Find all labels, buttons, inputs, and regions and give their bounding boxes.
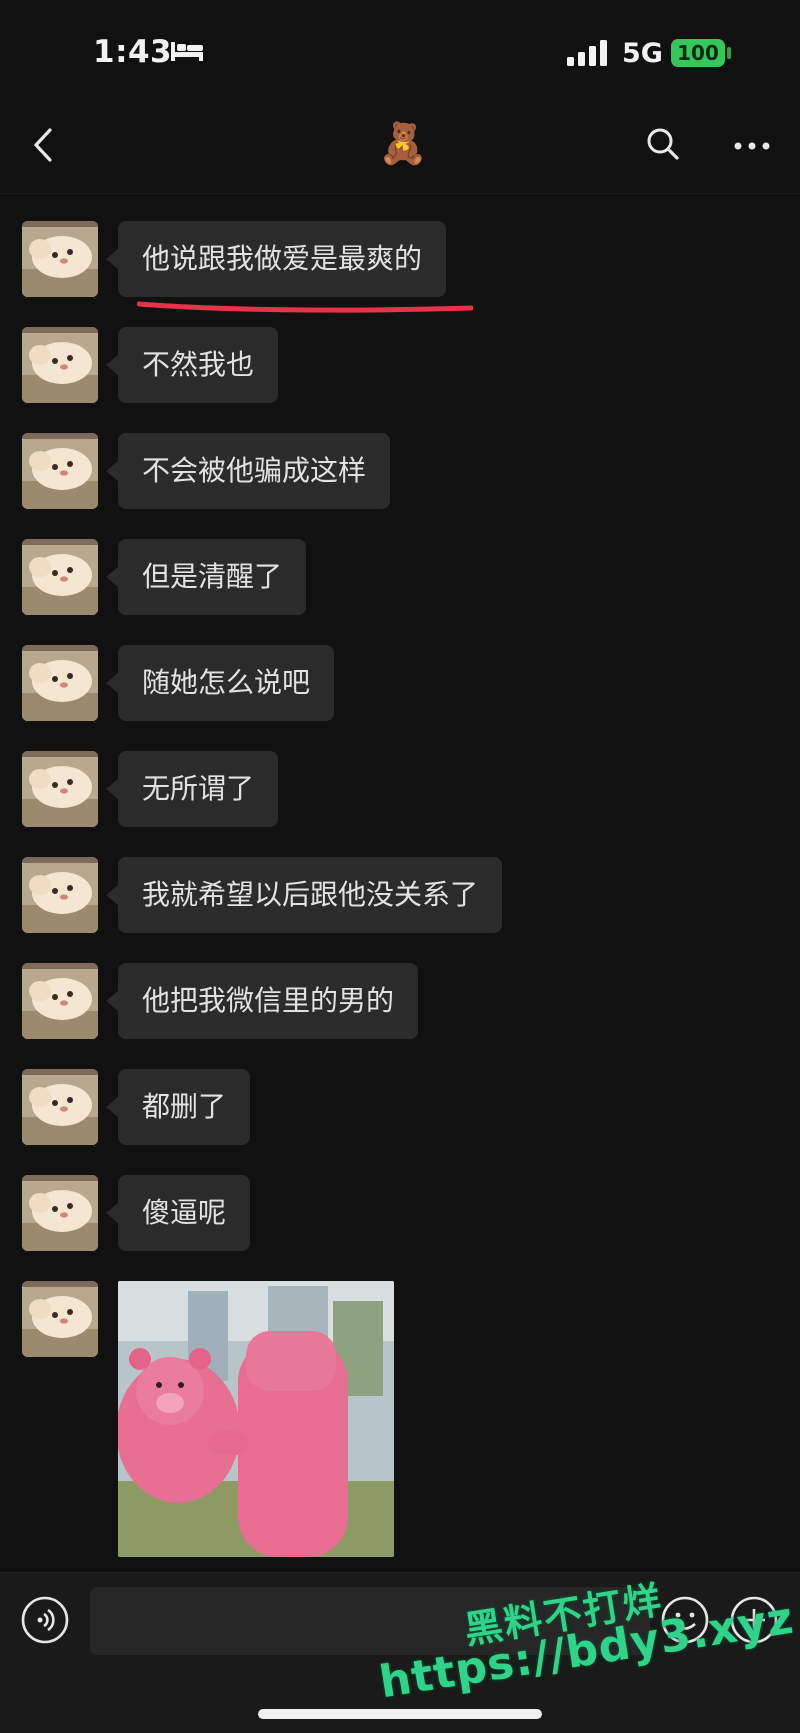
status-time: 1:43 [93,34,173,70]
contact-avatar[interactable] [22,221,98,297]
message-bubble[interactable]: 我就希望以后跟他没关系了 [105,857,503,933]
signal-icon [567,40,607,66]
contact-avatar[interactable] [22,327,98,403]
message-bubble[interactable]: 但是清醒了 [105,539,307,615]
contact-avatar[interactable] [22,751,98,827]
contact-avatar[interactable] [22,1069,98,1145]
contact-avatar[interactable] [22,1175,98,1251]
home-indicator [258,1709,542,1719]
message-bubble[interactable]: 无所谓了 [105,751,279,827]
message-bubble[interactable]: 他说跟我做爱是最爽的 [105,221,447,297]
battery-indicator: 100 [671,39,725,67]
message-bubble[interactable]: 他把我微信里的男的 [105,963,419,1039]
more-options-icon[interactable] [728,126,778,166]
back-icon[interactable] [26,122,66,168]
contact-avatar[interactable] [22,433,98,509]
contact-avatar[interactable] [22,857,98,933]
contact-avatar[interactable] [22,645,98,721]
sleep-mode-icon [171,42,203,61]
chat-header: 🧸 [0,100,800,194]
status-bar: 1:43 5G 100 [0,0,800,100]
message-bubble[interactable]: 傻逼呢 [105,1175,251,1251]
message-bubble[interactable]: 都删了 [105,1069,251,1145]
contact-avatar[interactable] [22,963,98,1039]
voice-input-icon[interactable] [20,1595,70,1645]
search-icon[interactable] [643,124,683,164]
chat-title: 🧸 [378,121,428,167]
contact-avatar[interactable] [22,539,98,615]
network-type: 5G [622,38,663,69]
sticker-image[interactable] [118,1281,394,1557]
message-bubble[interactable]: 随她怎么说吧 [105,645,335,721]
message-bubble[interactable]: 不会被他骗成这样 [105,433,391,509]
battery-tip [727,47,731,59]
contact-avatar[interactable] [22,1281,98,1357]
message-bubble[interactable]: 不然我也 [105,327,279,403]
red-underline-annotation [137,301,473,313]
